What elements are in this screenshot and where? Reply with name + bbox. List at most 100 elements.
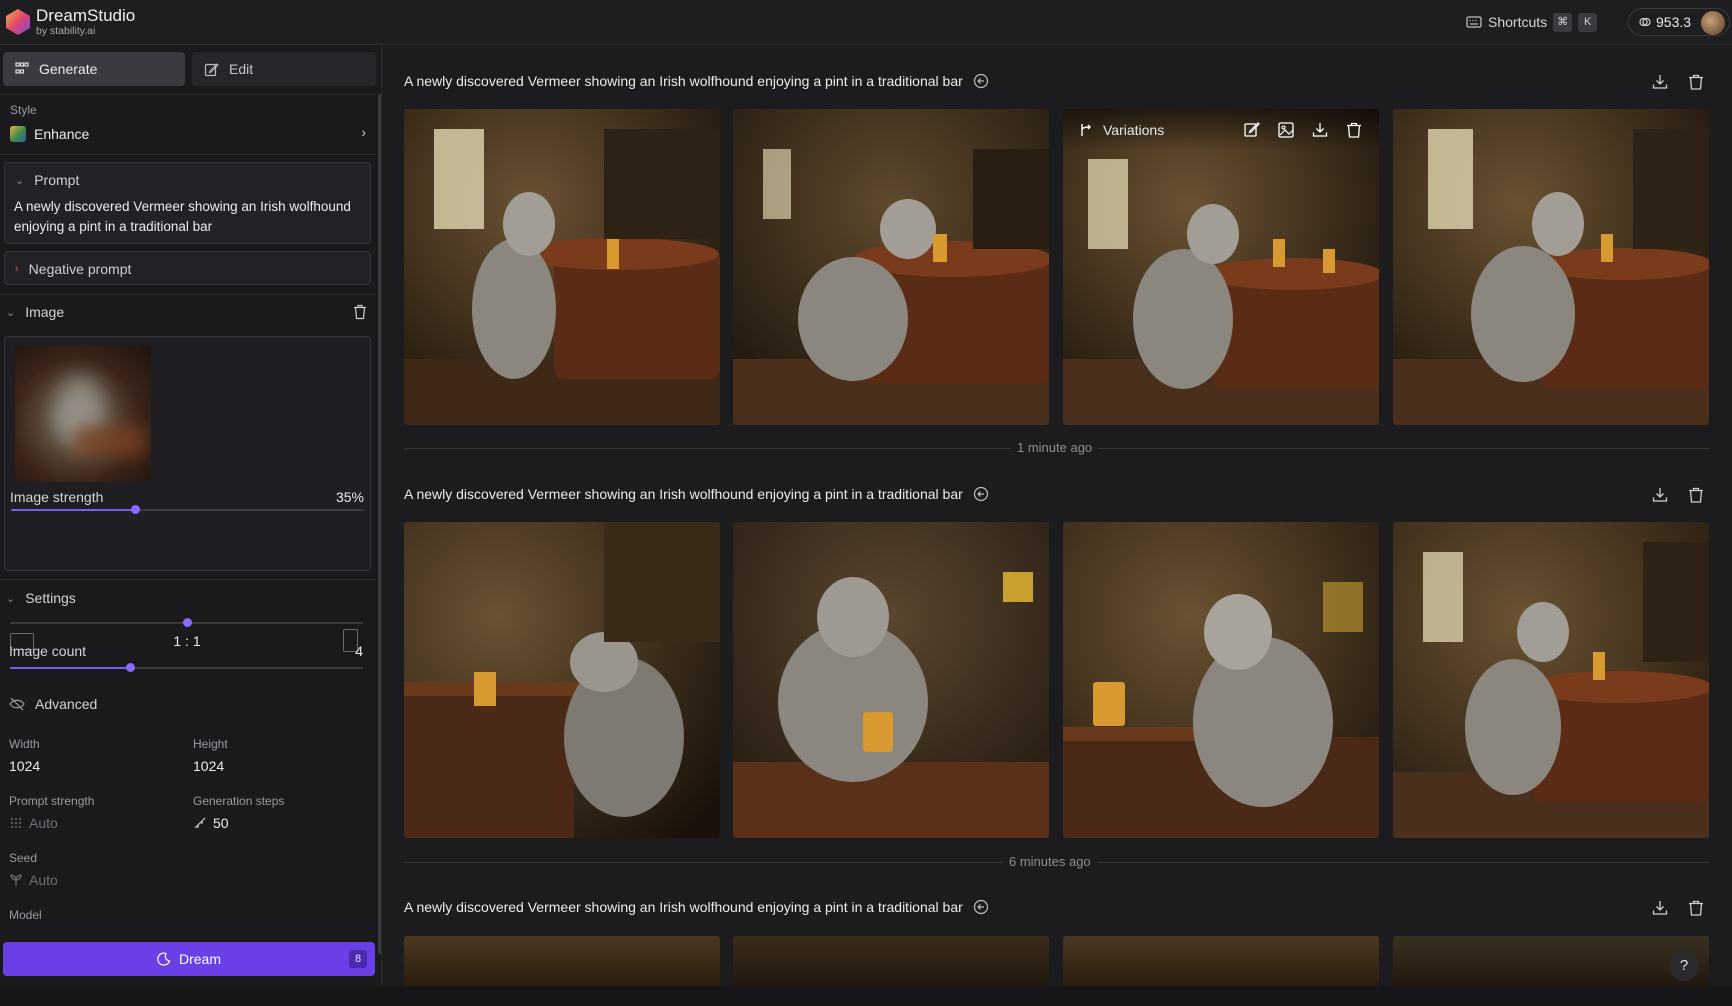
- result-image[interactable]: [733, 936, 1049, 986]
- width-label: Width: [9, 737, 40, 751]
- slider-handle[interactable]: [130, 505, 140, 514]
- image-count-slider[interactable]: [10, 663, 363, 672]
- sidebar-scrollbar[interactable]: [378, 94, 381, 954]
- shortcut-key-k: K: [1578, 12, 1598, 32]
- group-header: A newly discovered Vermeer showing an Ir…: [404, 486, 989, 502]
- app-subtitle: by stability.ai: [36, 25, 96, 37]
- group-prompt: A newly discovered Vermeer showing an Ir…: [404, 486, 963, 502]
- prompt-strength-label: Prompt strength: [9, 794, 95, 808]
- chevron-down-icon: ⌄: [15, 174, 25, 187]
- reuse-icon[interactable]: [973, 486, 989, 502]
- image-count-label: Image count: [9, 643, 87, 659]
- negative-prompt-header[interactable]: › Negative prompt: [15, 261, 131, 277]
- brand[interactable]: DreamStudio by stability.ai: [36, 7, 135, 38]
- variations-label: Variations: [1103, 122, 1165, 138]
- wolfhound-painting: [733, 109, 1049, 425]
- image-count-value: 4: [355, 643, 363, 659]
- result-image[interactable]: [1393, 522, 1709, 838]
- shortcuts-label: Shortcuts: [1488, 14, 1548, 30]
- seed-icon: [10, 874, 22, 886]
- seed-input[interactable]: Auto: [9, 872, 58, 888]
- result-image-hovered[interactable]: Variations: [1063, 109, 1379, 425]
- group-header: A newly discovered Vermeer showing an Ir…: [404, 899, 989, 915]
- height-input[interactable]: 1024: [193, 758, 224, 774]
- trash-icon[interactable]: [1687, 486, 1705, 504]
- result-image[interactable]: [733, 109, 1049, 425]
- style-selector[interactable]: Enhance ›: [10, 124, 366, 144]
- prompt-header[interactable]: ⌄ Prompt: [15, 172, 79, 188]
- tab-generate-label: Generate: [39, 61, 98, 77]
- height-label: Height: [193, 737, 228, 751]
- style-label: Style: [10, 103, 37, 117]
- generation-steps-label: Generation steps: [193, 794, 285, 808]
- width-input[interactable]: 1024: [9, 758, 40, 774]
- group-prompt: A newly discovered Vermeer showing an Ir…: [404, 73, 963, 89]
- result-image[interactable]: [733, 522, 1049, 838]
- credits-icon: [1639, 17, 1651, 27]
- variations-button[interactable]: Variations: [1079, 122, 1164, 138]
- trash-icon[interactable]: [1687, 73, 1705, 91]
- negative-prompt-label: Negative prompt: [28, 261, 132, 277]
- moon-icon: [157, 952, 171, 966]
- avatar[interactable]: [1701, 11, 1725, 35]
- tab-edit[interactable]: Edit: [192, 52, 376, 86]
- advanced-toggle[interactable]: Advanced: [9, 696, 97, 712]
- result-image[interactable]: [1063, 936, 1379, 986]
- trash-icon[interactable]: [353, 304, 367, 320]
- results-panel: A newly discovered Vermeer showing an Ir…: [383, 46, 1732, 986]
- chevron-down-icon: ⌄: [6, 306, 16, 319]
- negative-prompt-box[interactable]: › Negative prompt: [4, 251, 371, 285]
- settings-label: Settings: [25, 590, 76, 606]
- result-image[interactable]: [1393, 109, 1709, 425]
- result-image[interactable]: [1393, 936, 1709, 986]
- wolfhound-painting: [404, 109, 720, 425]
- help-button[interactable]: ?: [1669, 951, 1699, 981]
- wolfhound-painting: [1063, 522, 1379, 838]
- chevron-right-icon: ›: [361, 124, 366, 140]
- image-strength-slider[interactable]: [11, 505, 364, 514]
- aspect-ratio-slider[interactable]: [10, 618, 363, 627]
- result-image[interactable]: [404, 522, 720, 838]
- trash-icon[interactable]: [1345, 121, 1363, 139]
- shortcuts-button[interactable]: Shortcuts ⌘ K: [1466, 11, 1598, 33]
- prompt-box[interactable]: ⌄ Prompt A newly discovered Vermeer show…: [4, 162, 371, 244]
- hide-icon: [9, 697, 25, 711]
- result-image[interactable]: [404, 936, 720, 986]
- prompt-strength-input[interactable]: Auto: [9, 815, 58, 831]
- app-name: DreamStudio: [36, 6, 136, 25]
- generation-steps-input[interactable]: 50: [193, 815, 229, 831]
- grid-dots-icon: [11, 818, 21, 828]
- reuse-icon[interactable]: [973, 899, 989, 915]
- slider-handle[interactable]: [182, 618, 192, 627]
- divider: [0, 154, 376, 155]
- tab-generate[interactable]: Generate: [3, 52, 185, 86]
- edit-icon[interactable]: [1243, 121, 1261, 139]
- result-image[interactable]: [404, 109, 720, 425]
- reuse-icon[interactable]: [973, 73, 989, 89]
- result-image[interactable]: [1063, 522, 1379, 838]
- download-icon[interactable]: [1651, 899, 1669, 917]
- prompt-textarea[interactable]: A newly discovered Vermeer showing an Ir…: [14, 197, 354, 237]
- shortcut-key-cmd: ⌘: [1553, 12, 1573, 32]
- slider-handle[interactable]: [126, 663, 136, 672]
- init-image[interactable]: [15, 346, 151, 482]
- image-section-header[interactable]: ⌄ Image: [6, 304, 64, 320]
- timestamp: 6 minutes ago: [1003, 854, 1097, 869]
- edit-icon: [204, 62, 219, 76]
- divider: [0, 94, 376, 95]
- download-icon[interactable]: [1311, 121, 1329, 139]
- download-icon[interactable]: [1651, 486, 1669, 504]
- trash-icon[interactable]: [1687, 899, 1705, 917]
- style-value: Enhance: [34, 126, 90, 142]
- credits-badge[interactable]: 953.3: [1628, 8, 1730, 36]
- steps-icon: [194, 817, 206, 829]
- image-icon[interactable]: [1277, 121, 1295, 139]
- logo-icon[interactable]: [4, 8, 32, 36]
- prompt-label: Prompt: [34, 172, 80, 188]
- wolfhound-painting: [1393, 522, 1709, 838]
- seed-label: Seed: [9, 851, 38, 865]
- chevron-down-icon: ⌄: [6, 592, 16, 605]
- settings-section-header[interactable]: ⌄ Settings: [6, 590, 76, 606]
- download-icon[interactable]: [1651, 73, 1669, 91]
- dream-button[interactable]: Dream 8: [3, 942, 375, 976]
